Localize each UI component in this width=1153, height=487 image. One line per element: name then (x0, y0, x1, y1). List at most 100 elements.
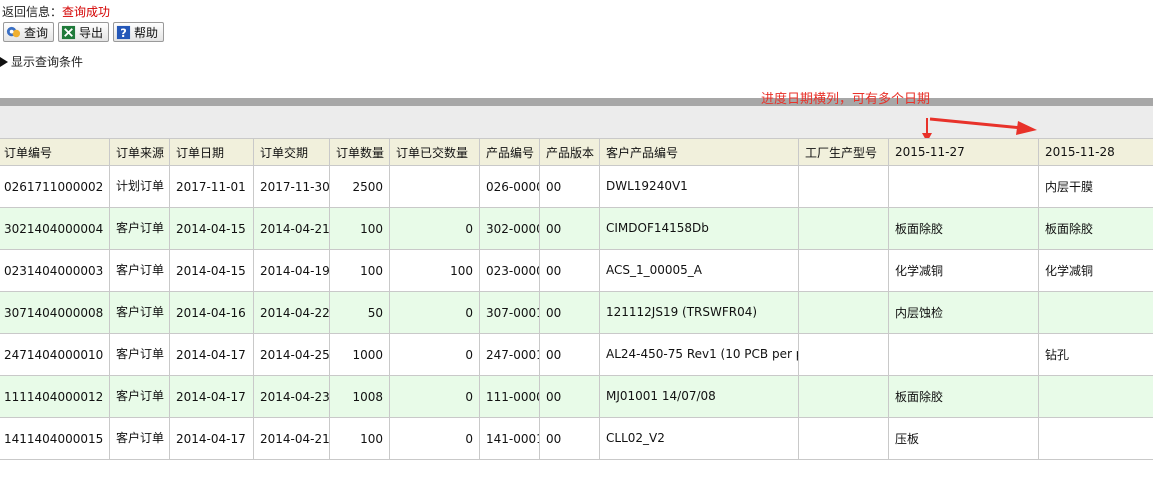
export-button-label: 导出 (79, 25, 104, 40)
cell-delivered-qty: 0 (389, 417, 480, 460)
col-delivered-qty[interactable]: 订单已交数量 (389, 138, 480, 166)
grid-toolbar-band (0, 106, 1153, 138)
cell-due-date: 2014-04-25 (253, 333, 330, 376)
cell-customer-product-no: CLL02_V2 (599, 417, 799, 460)
cell-order-qty: 2500 (329, 165, 390, 208)
cell-order-source: 客户订单 (109, 291, 170, 334)
help-icon: ? (116, 25, 131, 40)
cell-order-source: 客户订单 (109, 333, 170, 376)
search-icon (6, 26, 21, 37)
col-product-version[interactable]: 产品版本 (539, 138, 600, 166)
cell-order-date: 2014-04-15 (169, 207, 254, 250)
cell-product-version: 00 (539, 207, 600, 250)
cell-factory-model (798, 291, 889, 334)
cell-delivered-qty: 0 (389, 207, 480, 250)
cell-factory-model (798, 333, 889, 376)
cell-product-version: 00 (539, 375, 600, 418)
cell-delivered-qty: 0 (389, 375, 480, 418)
cell-factory-model (798, 207, 889, 250)
order-table: 订单编号 订单来源 订单日期 订单交期 订单数量 订单已交数量 产品编号 产品版… (0, 138, 1153, 460)
cell-date-1 (888, 165, 1039, 208)
cell-product-no: 141-0001 (479, 417, 540, 460)
cell-date-2: 内层干膜 (1038, 165, 1153, 208)
cell-date-2: 钻孔 (1038, 333, 1153, 376)
cell-order-qty: 50 (329, 291, 390, 334)
triangle-right-icon (0, 56, 8, 67)
svg-text:?: ? (120, 27, 127, 40)
col-date-1[interactable]: 2015-11-27 (888, 138, 1039, 166)
cell-order-source: 客户订单 (109, 375, 170, 418)
cell-order-qty: 100 (329, 207, 390, 250)
cell-order-qty: 100 (329, 249, 390, 292)
cell-delivered-qty (389, 165, 480, 208)
cell-order-source: 计划订单 (109, 165, 170, 208)
cell-factory-model (798, 249, 889, 292)
cell-order-no: 3071404000008 (0, 291, 110, 334)
cell-product-no: 026-0000 (479, 165, 540, 208)
export-button[interactable]: 导出 (58, 22, 110, 42)
col-order-no[interactable]: 订单编号 (0, 138, 110, 166)
cell-product-version: 00 (539, 333, 600, 376)
cell-customer-product-no: 121112JS19 (TRSWFR04) (599, 291, 799, 334)
help-button[interactable]: ? 帮助 (113, 22, 165, 42)
cell-due-date: 2014-04-23 (253, 375, 330, 418)
cell-customer-product-no: ACS_1_00005_A (599, 249, 799, 292)
col-due-date[interactable]: 订单交期 (253, 138, 330, 166)
cell-product-version: 00 (539, 291, 600, 334)
table-row[interactable]: 0261711000002 计划订单 2017-11-01 2017-11-30… (0, 165, 1153, 208)
cell-product-no: 302-0000 (479, 207, 540, 250)
cell-date-2: 化学减铜 (1038, 249, 1153, 292)
cell-order-date: 2014-04-16 (169, 291, 254, 334)
cell-date-1: 压板 (888, 417, 1039, 460)
cell-product-no: 023-0000 (479, 249, 540, 292)
col-date-2[interactable]: 2015-11-28 (1038, 138, 1153, 166)
table-row[interactable]: 3071404000008 客户订单 2014-04-16 2014-04-22… (0, 291, 1153, 334)
cell-product-version: 00 (539, 165, 600, 208)
table-row[interactable]: 3021404000004 客户订单 2014-04-15 2014-04-21… (0, 207, 1153, 250)
cell-date-1 (888, 333, 1039, 376)
col-order-source[interactable]: 订单来源 (109, 138, 170, 166)
col-product-no[interactable]: 产品编号 (479, 138, 540, 166)
cell-product-no: 111-0000 (479, 375, 540, 418)
cell-customer-product-no: AL24-450-75 Rev1 (10 PCB per panel) (599, 333, 799, 376)
cell-date-2: 板面除胶 (1038, 207, 1153, 250)
cell-order-date: 2014-04-17 (169, 375, 254, 418)
cell-order-qty: 100 (329, 417, 390, 460)
excel-icon (61, 25, 76, 39)
cell-order-no: 3021404000004 (0, 207, 110, 250)
cell-customer-product-no: MJ01001 14/07/08 (599, 375, 799, 418)
cell-due-date: 2014-04-21 (253, 207, 330, 250)
query-button[interactable]: 查询 (3, 22, 55, 42)
status-message: 查询成功 (62, 5, 111, 19)
cell-customer-product-no: CIMDOF14158Db (599, 207, 799, 250)
cell-due-date: 2014-04-21 (253, 417, 330, 460)
cell-product-no: 307-0001 (479, 291, 540, 334)
cell-order-date: 2017-11-01 (169, 165, 254, 208)
toolbar: 查询 导出 ? 帮助 (3, 22, 165, 42)
cell-customer-product-no: DWL19240V1 (599, 165, 799, 208)
cell-factory-model (798, 375, 889, 418)
cell-date-1: 板面除胶 (888, 207, 1039, 250)
cell-due-date: 2017-11-30 (253, 165, 330, 208)
show-filter-label: 显示查询条件 (11, 55, 84, 69)
cell-order-no: 1411404000015 (0, 417, 110, 460)
col-order-date[interactable]: 订单日期 (169, 138, 254, 166)
cell-product-version: 00 (539, 417, 600, 460)
cell-order-qty: 1008 (329, 375, 390, 418)
cell-product-version: 00 (539, 249, 600, 292)
show-filter-toggle[interactable]: 显示查询条件 (0, 53, 83, 70)
col-order-qty[interactable]: 订单数量 (329, 138, 390, 166)
cell-factory-model (798, 165, 889, 208)
cell-date-1: 内层蚀检 (888, 291, 1039, 334)
table-row[interactable]: 0231404000003 客户订单 2014-04-15 2014-04-19… (0, 249, 1153, 292)
cell-date-1: 化学减铜 (888, 249, 1039, 292)
table-row[interactable]: 1111404000012 客户订单 2014-04-17 2014-04-23… (0, 375, 1153, 418)
table-row[interactable]: 1411404000015 客户订单 2014-04-17 2014-04-21… (0, 417, 1153, 460)
table-row[interactable]: 2471404000010 客户订单 2014-04-17 2014-04-25… (0, 333, 1153, 376)
cell-delivered-qty: 0 (389, 291, 480, 334)
col-factory-model[interactable]: 工厂生产型号 (798, 138, 889, 166)
cell-delivered-qty: 0 (389, 333, 480, 376)
cell-order-date: 2014-04-17 (169, 417, 254, 460)
table-header-row: 订单编号 订单来源 订单日期 订单交期 订单数量 订单已交数量 产品编号 产品版… (0, 138, 1153, 166)
col-customer-product-no[interactable]: 客户产品编号 (599, 138, 799, 166)
